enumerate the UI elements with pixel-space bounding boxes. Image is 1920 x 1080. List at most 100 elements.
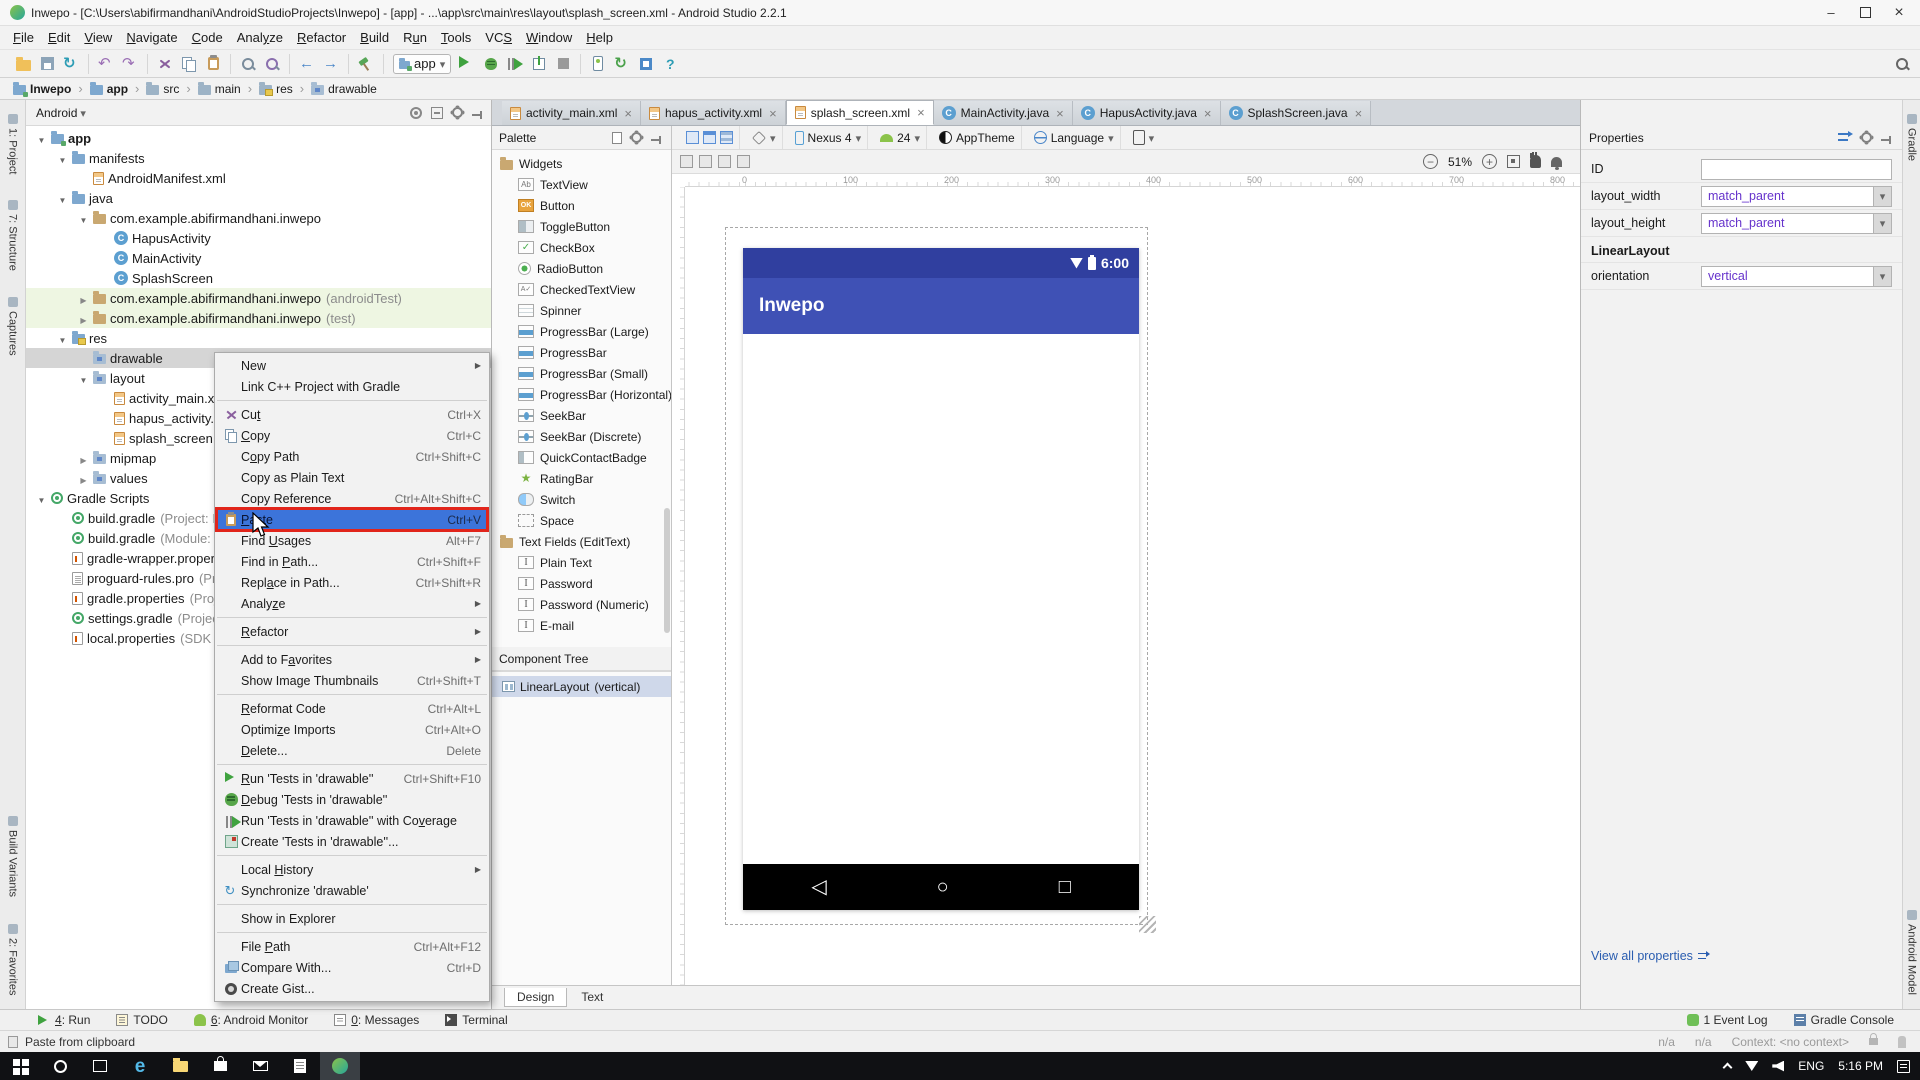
tree-item-manifests[interactable]: manifests xyxy=(26,148,491,168)
help-icon[interactable] xyxy=(658,53,682,75)
expand-arrow-icon[interactable] xyxy=(76,211,91,226)
context-menu-file-path[interactable]: File PathCtrl+Alt+F12 xyxy=(215,936,489,957)
paste-icon[interactable] xyxy=(201,53,225,75)
dropdown-button[interactable] xyxy=(1873,214,1891,233)
palette-item-password-numeric-[interactable]: IPassword (Numeric) xyxy=(492,594,671,615)
palette-item-checkedtextview[interactable]: A✓CheckedTextView xyxy=(492,279,671,300)
toolwindow-4-run[interactable]: 4: Run xyxy=(38,1013,90,1027)
language-indicator[interactable]: ENG xyxy=(1798,1059,1824,1073)
expand-arrow-icon[interactable] xyxy=(76,471,91,486)
context-menu-copy-as-plain-text[interactable]: Copy as Plain Text xyxy=(215,467,489,488)
taskbar-start-icon[interactable] xyxy=(0,1052,40,1080)
context-menu-new[interactable]: New xyxy=(215,355,489,376)
breadcrumb-main[interactable]: main xyxy=(195,82,244,96)
palette-item-radiobutton[interactable]: RadioButton xyxy=(492,258,671,279)
palette-item-ratingbar[interactable]: RatingBar xyxy=(492,468,671,489)
action-center-icon[interactable] xyxy=(1897,1060,1910,1073)
view-all-properties-link[interactable]: View all properties xyxy=(1591,949,1710,963)
collapse-all-icon[interactable] xyxy=(431,107,443,119)
context-menu-create-gist-[interactable]: Create Gist... xyxy=(215,978,489,999)
menu-edit[interactable]: Edit xyxy=(41,28,77,47)
tool-strip-gradle[interactable]: Gradle xyxy=(1906,114,1918,161)
expand-arrow-icon[interactable] xyxy=(76,311,91,326)
palette-item-togglebutton[interactable]: ToggleButton xyxy=(492,216,671,237)
context-menu-cut[interactable]: CutCtrl+X xyxy=(215,404,489,425)
context-menu-synchronize-drawable-[interactable]: Synchronize 'drawable' xyxy=(215,880,489,901)
palette-item-seekbar-discrete-[interactable]: SeekBar (Discrete) xyxy=(492,426,671,447)
tree-item-mainactivity[interactable]: MainActivity xyxy=(26,248,491,268)
palette-item-progressbar-small-[interactable]: ProgressBar (Small) xyxy=(492,363,671,384)
taskbar-notes-icon[interactable] xyxy=(280,1052,320,1080)
expand-arrow-icon[interactable] xyxy=(34,491,49,506)
context-menu-local-history[interactable]: Local History xyxy=(215,859,489,880)
close-icon[interactable] xyxy=(769,106,777,121)
show-constraints-icon[interactable] xyxy=(680,155,693,168)
menu-run[interactable]: Run xyxy=(396,28,434,47)
close-icon[interactable] xyxy=(1355,106,1363,121)
tool-strip-captures[interactable]: Captures xyxy=(7,297,19,356)
taskbar-search-icon[interactable] xyxy=(40,1052,80,1080)
palette-item-seekbar[interactable]: SeekBar xyxy=(492,405,671,426)
tree-item-java[interactable]: java xyxy=(26,188,491,208)
infer-constraints-icon[interactable] xyxy=(737,155,750,168)
component-linearlayout[interactable]: LinearLayout(vertical) xyxy=(492,676,671,697)
taskbar-clock[interactable]: 5:16 PM xyxy=(1838,1059,1883,1073)
redo-icon[interactable] xyxy=(118,53,142,75)
maximize-button[interactable] xyxy=(1848,2,1882,24)
sync-icon[interactable] xyxy=(59,53,83,75)
back-icon[interactable] xyxy=(295,53,319,75)
show-design-icon[interactable] xyxy=(703,131,716,144)
breadcrumb-app[interactable]: app xyxy=(87,82,131,96)
toolwindow-6-android-monitor[interactable]: 6: Android Monitor xyxy=(194,1013,308,1027)
device-selector[interactable]: Nexus 4 xyxy=(789,126,869,149)
build-icon[interactable] xyxy=(354,53,378,75)
syncproject-icon[interactable] xyxy=(610,53,634,75)
zoom-in-button[interactable] xyxy=(1482,154,1497,169)
context-menu-add-to-favorites[interactable]: Add to Favorites xyxy=(215,649,489,670)
context-menu-run-tests-in-drawable-[interactable]: Run 'Tests in 'drawable''Ctrl+Shift+F10 xyxy=(215,768,489,789)
gear-icon[interactable] xyxy=(1861,132,1872,143)
locate-icon[interactable] xyxy=(410,107,422,119)
attach-icon[interactable] xyxy=(527,53,551,75)
volume-icon[interactable] xyxy=(1772,1061,1784,1072)
context-menu-reformat-code[interactable]: Reformat CodeCtrl+Alt+L xyxy=(215,698,489,719)
tree-item-splashscreen[interactable]: SplashScreen xyxy=(26,268,491,288)
coverage-icon[interactable] xyxy=(503,53,527,75)
expand-arrow-icon[interactable] xyxy=(55,331,70,346)
lock-icon[interactable] xyxy=(1869,1038,1878,1045)
menu-refactor[interactable]: Refactor xyxy=(290,28,353,47)
tab-HapusActivity.java[interactable]: HapusActivity.java xyxy=(1073,101,1221,125)
context-menu-debug-tests-in-drawable-[interactable]: Debug 'Tests in 'drawable'' xyxy=(215,789,489,810)
toolwindow-1-event-log[interactable]: 1 Event Log xyxy=(1687,1013,1768,1027)
palette-group-text-fields-edittext-[interactable]: Text Fields (EditText) xyxy=(492,531,671,552)
run-icon[interactable] xyxy=(455,53,479,75)
resize-handle[interactable] xyxy=(1139,916,1156,933)
render-target-selector[interactable] xyxy=(1127,126,1161,149)
copy-icon[interactable] xyxy=(177,53,201,75)
minimize-button[interactable] xyxy=(1814,2,1848,24)
tree-item-com-example-abifirmandhani-inwepo[interactable]: com.example.abifirmandhani.inwepo(androi… xyxy=(26,288,491,308)
orientation-icon[interactable] xyxy=(752,130,766,144)
save-icon[interactable] xyxy=(35,53,59,75)
sdk-icon[interactable] xyxy=(634,53,658,75)
expand-arrow-icon[interactable] xyxy=(55,191,70,206)
context-menu-show-image-thumbnails[interactable]: Show Image ThumbnailsCtrl+Shift+T xyxy=(215,670,489,691)
show-both-icon[interactable] xyxy=(720,131,733,144)
replace-icon[interactable] xyxy=(260,53,284,75)
tab-hapus_activity.xml[interactable]: hapus_activity.xml xyxy=(641,101,786,125)
search-icon[interactable] xyxy=(1890,53,1914,75)
find-icon[interactable] xyxy=(236,53,260,75)
tree-item-com-example-abifirmandhani-inwepo[interactable]: com.example.abifirmandhani.inwepo(test) xyxy=(26,308,491,328)
tab-activity_main.xml[interactable]: activity_main.xml xyxy=(502,101,641,125)
language-selector[interactable]: Language xyxy=(1028,126,1121,149)
toolwindow-0-messages[interactable]: 0: Messages xyxy=(334,1013,419,1027)
context-menu-copy[interactable]: CopyCtrl+C xyxy=(215,425,489,446)
pan-icon[interactable] xyxy=(1530,155,1541,168)
toolwindow-todo[interactable]: TODO xyxy=(116,1013,167,1027)
clear-constraints-icon[interactable] xyxy=(718,155,731,168)
menu-navigate[interactable]: Navigate xyxy=(119,28,184,47)
autoconnect-icon[interactable] xyxy=(699,155,712,168)
context-menu-copy-reference[interactable]: Copy ReferenceCtrl+Alt+Shift+C xyxy=(215,488,489,509)
expand-arrow-icon[interactable] xyxy=(76,451,91,466)
avd-icon[interactable] xyxy=(586,53,610,75)
